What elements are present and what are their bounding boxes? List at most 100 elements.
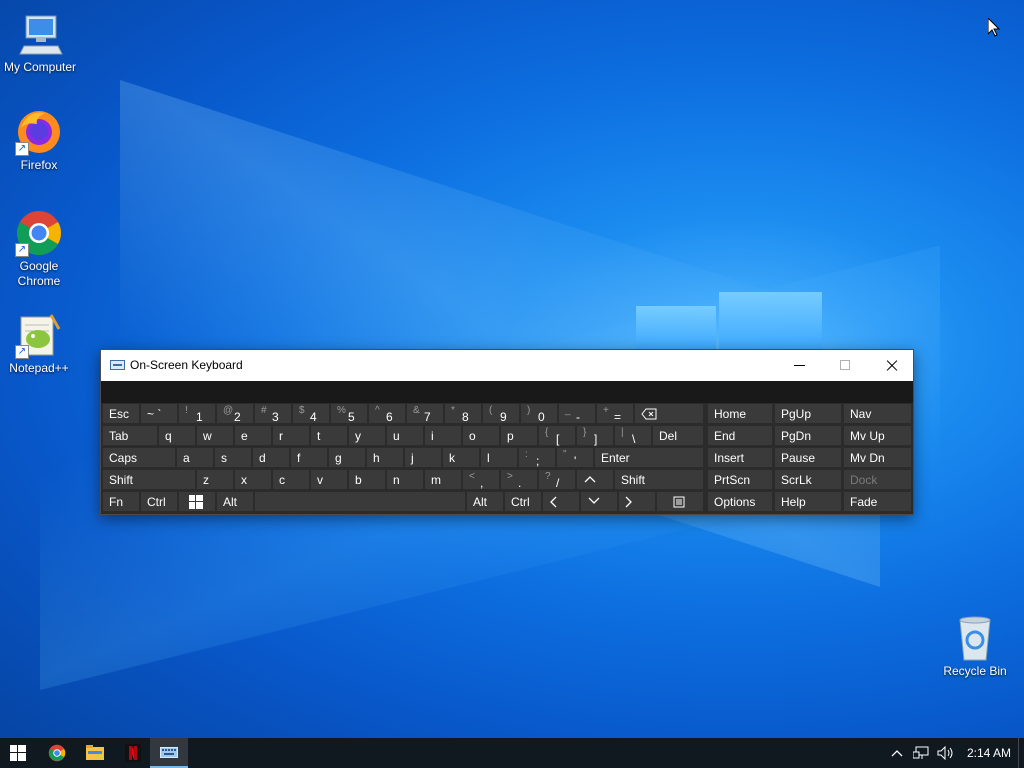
key-ctrl-right[interactable]: Ctrl xyxy=(504,491,542,512)
taskbar-clock[interactable]: 2:14 AM xyxy=(967,746,1011,760)
key-w[interactable]: w xyxy=(196,425,234,446)
key-slash[interactable]: ? / xyxy=(538,469,576,490)
key-tab[interactable]: Tab xyxy=(102,425,158,446)
key-windows[interactable] xyxy=(178,491,216,512)
key-ctrl-left[interactable]: Ctrl xyxy=(140,491,178,512)
key-y[interactable]: y xyxy=(348,425,386,446)
desktop-icon-recycle-bin[interactable]: Recycle Bin xyxy=(935,614,1015,679)
key-pause[interactable]: Pause xyxy=(774,447,842,468)
key-menu[interactable] xyxy=(656,491,704,512)
key-m[interactable]: m xyxy=(424,469,462,490)
on-screen-keyboard-window[interactable]: On-Screen Keyboard Esc ~ ` ! 1 @2 #3 $4 %… xyxy=(100,349,914,515)
key-insert[interactable]: Insert xyxy=(707,447,773,468)
maximize-button[interactable] xyxy=(822,350,868,381)
key-u[interactable]: u xyxy=(386,425,424,446)
key-k[interactable]: k xyxy=(442,447,480,468)
key-j[interactable]: j xyxy=(404,447,442,468)
key-v[interactable]: v xyxy=(310,469,348,490)
key-left-bracket[interactable]: {[ xyxy=(538,425,576,446)
key-mv-up[interactable]: Mv Up xyxy=(843,425,912,446)
key-1[interactable]: ! 1 xyxy=(178,403,216,424)
key-backslash[interactable]: | \ xyxy=(614,425,652,446)
taskbar-chrome[interactable] xyxy=(38,738,76,768)
key-period[interactable]: >. xyxy=(500,469,538,490)
key-shift-left[interactable]: Shift xyxy=(102,469,196,490)
taskbar-netflix[interactable] xyxy=(114,738,152,768)
key-a[interactable]: a xyxy=(176,447,214,468)
key-home[interactable]: Home xyxy=(707,403,773,424)
key-shift-right[interactable]: Shift xyxy=(614,469,704,490)
key-e[interactable]: e xyxy=(234,425,272,446)
taskbar-file-explorer[interactable] xyxy=(76,738,114,768)
volume-icon[interactable] xyxy=(937,746,955,760)
key-right-bracket[interactable]: }] xyxy=(576,425,614,446)
key-end[interactable]: End xyxy=(707,425,773,446)
taskbar-on-screen-keyboard[interactable] xyxy=(150,738,188,768)
key-8[interactable]: * 8 xyxy=(444,403,482,424)
key-h[interactable]: h xyxy=(366,447,404,468)
key-s[interactable]: s xyxy=(214,447,252,468)
desktop-icon-google-chrome[interactable]: ↗ Google Chrome xyxy=(0,209,79,289)
key-scrlk[interactable]: ScrLk xyxy=(774,469,842,490)
key-i[interactable]: i xyxy=(424,425,462,446)
key-x[interactable]: x xyxy=(234,469,272,490)
key-alt-right[interactable]: Alt xyxy=(466,491,504,512)
key-fn[interactable]: Fn xyxy=(102,491,140,512)
desktop-icon-firefox[interactable]: ↗ Firefox xyxy=(0,108,79,173)
key-pgdn[interactable]: PgDn xyxy=(774,425,842,446)
key-9[interactable]: (9 xyxy=(482,403,520,424)
key-semicolon[interactable]: :; xyxy=(518,447,556,468)
key-arrow-down[interactable] xyxy=(580,491,618,512)
key-prtscn[interactable]: PrtScn xyxy=(707,469,773,490)
start-button[interactable] xyxy=(0,738,38,768)
key-tilde[interactable]: ~ ` xyxy=(140,403,178,424)
key-comma[interactable]: <, xyxy=(462,469,500,490)
key-b[interactable]: b xyxy=(348,469,386,490)
key-arrow-left[interactable] xyxy=(542,491,580,512)
key-o[interactable]: o xyxy=(462,425,500,446)
key-5[interactable]: % 5 xyxy=(330,403,368,424)
key-3[interactable]: #3 xyxy=(254,403,292,424)
key-del[interactable]: Del xyxy=(652,425,704,446)
key-r[interactable]: r xyxy=(272,425,310,446)
key-equals[interactable]: + = xyxy=(596,403,634,424)
key-enter[interactable]: Enter xyxy=(594,447,704,468)
minimize-button[interactable] xyxy=(776,350,822,381)
key-6[interactable]: ^ 6 xyxy=(368,403,406,424)
key-n[interactable]: n xyxy=(386,469,424,490)
key-nav[interactable]: Nav xyxy=(843,403,912,424)
key-pgup[interactable]: PgUp xyxy=(774,403,842,424)
key-t[interactable]: t xyxy=(310,425,348,446)
key-z[interactable]: z xyxy=(196,469,234,490)
key-q[interactable]: q xyxy=(158,425,196,446)
key-minus[interactable]: _ - xyxy=(558,403,596,424)
window-titlebar[interactable]: On-Screen Keyboard xyxy=(101,350,913,381)
key-alt-left[interactable]: Alt xyxy=(216,491,254,512)
key-mv-dn[interactable]: Mv Dn xyxy=(843,447,912,468)
close-button[interactable] xyxy=(868,350,914,381)
key-l[interactable]: l xyxy=(480,447,518,468)
key-c[interactable]: c xyxy=(272,469,310,490)
key-p[interactable]: p xyxy=(500,425,538,446)
key-4[interactable]: $4 xyxy=(292,403,330,424)
key-help[interactable]: Help xyxy=(774,491,842,512)
key-2[interactable]: @2 xyxy=(216,403,254,424)
desktop-icon-notepad-plus-plus[interactable]: ↗ Notepad++ xyxy=(0,311,79,376)
key-f[interactable]: f xyxy=(290,447,328,468)
key-g[interactable]: g xyxy=(328,447,366,468)
show-desktop-button[interactable] xyxy=(1018,738,1024,768)
desktop-icon-my-computer[interactable]: My Computer xyxy=(0,10,80,75)
key-arrow-up[interactable] xyxy=(576,469,614,490)
chevron-up-icon[interactable] xyxy=(891,749,903,757)
key-arrow-right[interactable] xyxy=(618,491,656,512)
key-dock[interactable]: Dock xyxy=(843,469,912,490)
key-esc[interactable]: Esc xyxy=(102,403,140,424)
key-fade[interactable]: Fade xyxy=(843,491,912,512)
key-quote[interactable]: " ' xyxy=(556,447,594,468)
key-caps[interactable]: Caps xyxy=(102,447,176,468)
key-7[interactable]: & 7 xyxy=(406,403,444,424)
key-0[interactable]: ) 0 xyxy=(520,403,558,424)
key-options[interactable]: Options xyxy=(707,491,773,512)
key-space[interactable] xyxy=(254,491,466,512)
key-d[interactable]: d xyxy=(252,447,290,468)
